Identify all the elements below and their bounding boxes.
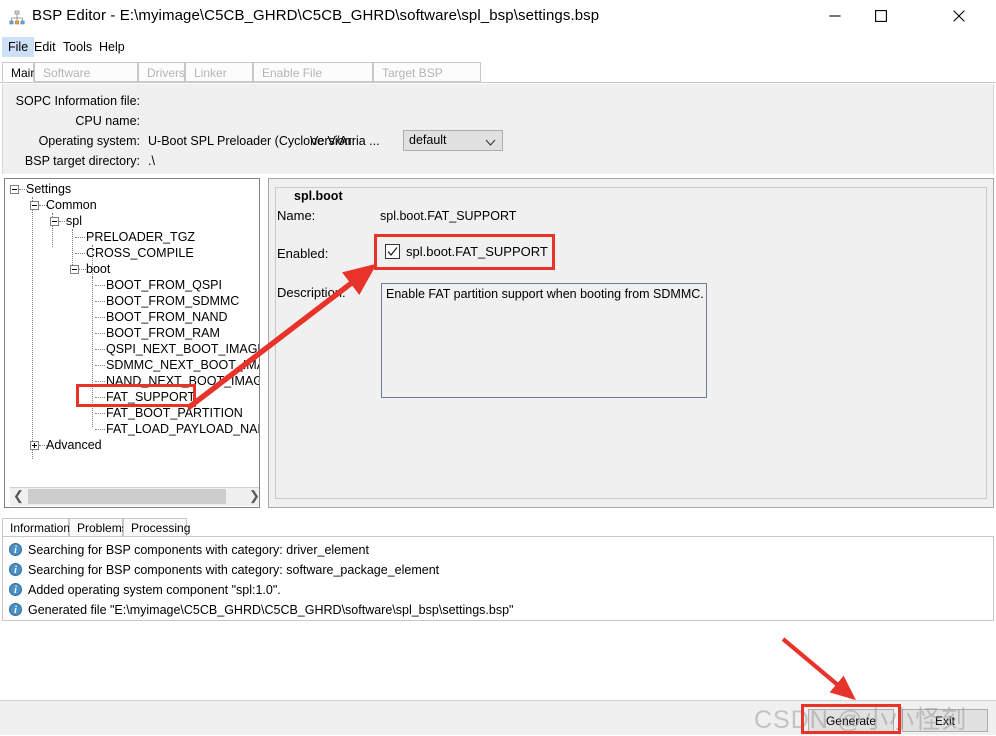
log-entry-text: Generated file "E:\myimage\C5CB_GHRD\C5C…	[28, 603, 514, 617]
information-log[interactable]: Searching for BSP components with catego…	[2, 536, 994, 621]
enabled-label: Enabled:	[277, 246, 329, 261]
sopc-information-file-label: SOPC Information file:	[15, 94, 140, 108]
tree-item-preloader-tgz[interactable]: PRELOADER_TGZ	[86, 229, 195, 245]
tree-item-fat-support[interactable]: FAT_SUPPORT	[106, 389, 195, 405]
tree-item-sdmmc-next-boot-image[interactable]: SDMMC_NEXT_BOOT_IMAGE	[106, 357, 259, 373]
menu-item-tools[interactable]: Tools	[57, 37, 98, 57]
maximize-button[interactable]	[858, 0, 904, 32]
bsp-target-directory-value: .\	[148, 154, 155, 168]
bsp-editor-window: BSP Editor - E:\myimage\C5CB_GHRD\C5CB_G…	[0, 0, 996, 735]
tree-item-boot-from-qspi[interactable]: BOOT_FROM_QSPI	[106, 277, 222, 293]
tree-item-common[interactable]: Common	[46, 197, 97, 213]
tree-toggle-spl[interactable]	[50, 217, 59, 226]
tree-item-boot-from-nand[interactable]: BOOT_FROM_NAND	[106, 309, 228, 325]
generate-button[interactable]: Generate	[808, 709, 894, 732]
tree-connector	[75, 253, 85, 254]
tab-drivers[interactable]: Drivers	[138, 62, 185, 82]
info-icon	[9, 542, 22, 560]
tree-item-qspi-next-boot-image[interactable]: QSPI_NEXT_BOOT_IMAGE	[106, 341, 259, 357]
tree-item-boot-from-sdmmc[interactable]: BOOT_FROM_SDMMC	[106, 293, 239, 309]
description-textarea[interactable]: Enable FAT partition support when bootin…	[381, 283, 707, 398]
tree-connector	[72, 229, 73, 267]
exit-button[interactable]: Exit	[902, 709, 988, 732]
tree-horizontal-scrollbar[interactable]: ❮ ❯	[10, 487, 259, 506]
group-title: spl.boot	[290, 189, 347, 203]
settings-tree: Settings Common spl PRELOADER_TGZ CROSS_…	[5, 179, 259, 489]
title-bar: BSP Editor - E:\myimage\C5CB_GHRD\C5CB_G…	[0, 0, 996, 36]
tree-toggle-advanced[interactable]	[30, 441, 39, 450]
bsp-editor-icon	[8, 9, 26, 27]
tree-item-fat-boot-partition[interactable]: FAT_BOOT_PARTITION	[106, 405, 243, 421]
log-entry-text: Added operating system component "spl:1.…	[28, 583, 281, 597]
close-button[interactable]	[936, 0, 982, 32]
tree-item-boot[interactable]: boot	[86, 261, 110, 277]
tree-item-advanced[interactable]: Advanced	[46, 437, 102, 453]
tab-target-bsp-directory[interactable]: Target BSP Directory	[373, 62, 481, 100]
tree-toggle-common[interactable]	[30, 201, 39, 210]
info-icon	[9, 562, 22, 580]
tree-connector	[95, 333, 105, 334]
tab-linker-script[interactable]: Linker Script	[185, 62, 253, 100]
tree-item-boot-from-ram[interactable]: BOOT_FROM_RAM	[106, 325, 220, 341]
version-label: Version:	[309, 134, 355, 148]
name-value: spl.boot.FAT_SUPPORT	[380, 209, 517, 223]
cpu-name-label: CPU name:	[75, 114, 140, 128]
version-select-value: default	[409, 133, 447, 147]
tab-software-packages[interactable]: Software Packages	[34, 62, 138, 100]
window-title: BSP Editor - E:\myimage\C5CB_GHRD\C5CB_G…	[32, 7, 600, 24]
enabled-checkbox[interactable]	[385, 244, 400, 259]
tree-item-spl[interactable]: spl	[66, 213, 82, 229]
minimize-button[interactable]	[812, 0, 858, 32]
tree-connector	[95, 365, 105, 366]
log-entry-text: Searching for BSP components with catego…	[28, 563, 440, 577]
tree-connector	[95, 317, 105, 318]
menu-item-help[interactable]: Help	[93, 37, 131, 57]
tree-item-fat-load-payload-name[interactable]: FAT_LOAD_PAYLOAD_NAME	[106, 421, 259, 437]
version-select[interactable]: default	[403, 130, 503, 151]
tab-processing[interactable]: Processing	[123, 518, 190, 537]
chevron-down-icon	[485, 136, 496, 150]
tree-connector	[92, 277, 93, 427]
tab-enable-file-generation[interactable]: Enable File Generation	[253, 62, 373, 100]
scroll-right-arrow-icon[interactable]: ❯	[246, 488, 259, 505]
tree-item-settings[interactable]: Settings	[26, 181, 71, 197]
tree-connector	[95, 381, 105, 382]
log-entry-text: Searching for BSP components with catego…	[28, 543, 369, 557]
tab-problems[interactable]: Problems	[69, 518, 128, 537]
menu-bar: File Edit Tools Help	[0, 36, 996, 58]
tree-toggle-boot[interactable]	[70, 265, 79, 274]
tree-connector	[32, 197, 33, 459]
tree-connector	[95, 301, 105, 302]
tree-toggle-settings[interactable]	[10, 185, 19, 194]
tree-connector	[95, 285, 105, 286]
main-tab-bar: Main Software Packages Drivers Linker Sc…	[0, 62, 996, 100]
operating-system-label: Operating system:	[38, 134, 140, 148]
tree-connector	[95, 397, 105, 398]
tree-connector	[95, 429, 105, 430]
description-value: Enable FAT partition support when bootin…	[386, 287, 704, 301]
tree-connector	[95, 349, 105, 350]
scroll-left-arrow-icon[interactable]: ❮	[10, 488, 27, 505]
tree-connector	[95, 413, 105, 414]
scrollbar-thumb[interactable]	[28, 489, 226, 504]
check-icon	[387, 247, 398, 257]
tree-connector	[75, 237, 85, 238]
log-tab-bar: Information Problems Processing	[0, 518, 996, 537]
main-settings-form: SOPC Information file: CPU name: Operati…	[2, 84, 994, 174]
enabled-checkbox-label[interactable]: spl.boot.FAT_SUPPORT	[406, 244, 548, 259]
tree-item-nand-next-boot-image[interactable]: NAND_NEXT_BOOT_IMAGE	[106, 373, 259, 389]
settings-tree-panel[interactable]: Settings Common spl PRELOADER_TGZ CROSS_…	[4, 178, 260, 508]
tab-main[interactable]: Main	[2, 62, 37, 82]
info-icon	[9, 582, 22, 600]
tab-information[interactable]: Information	[2, 518, 70, 537]
bsp-target-directory-label: BSP target directory:	[24, 154, 140, 168]
info-icon	[9, 602, 22, 620]
tree-item-cross-compile[interactable]: CROSS_COMPILE	[86, 245, 194, 261]
tree-connector	[79, 269, 86, 270]
tab-underline	[0, 82, 996, 83]
description-label: Description:	[277, 285, 346, 300]
name-label: Name:	[277, 208, 316, 223]
